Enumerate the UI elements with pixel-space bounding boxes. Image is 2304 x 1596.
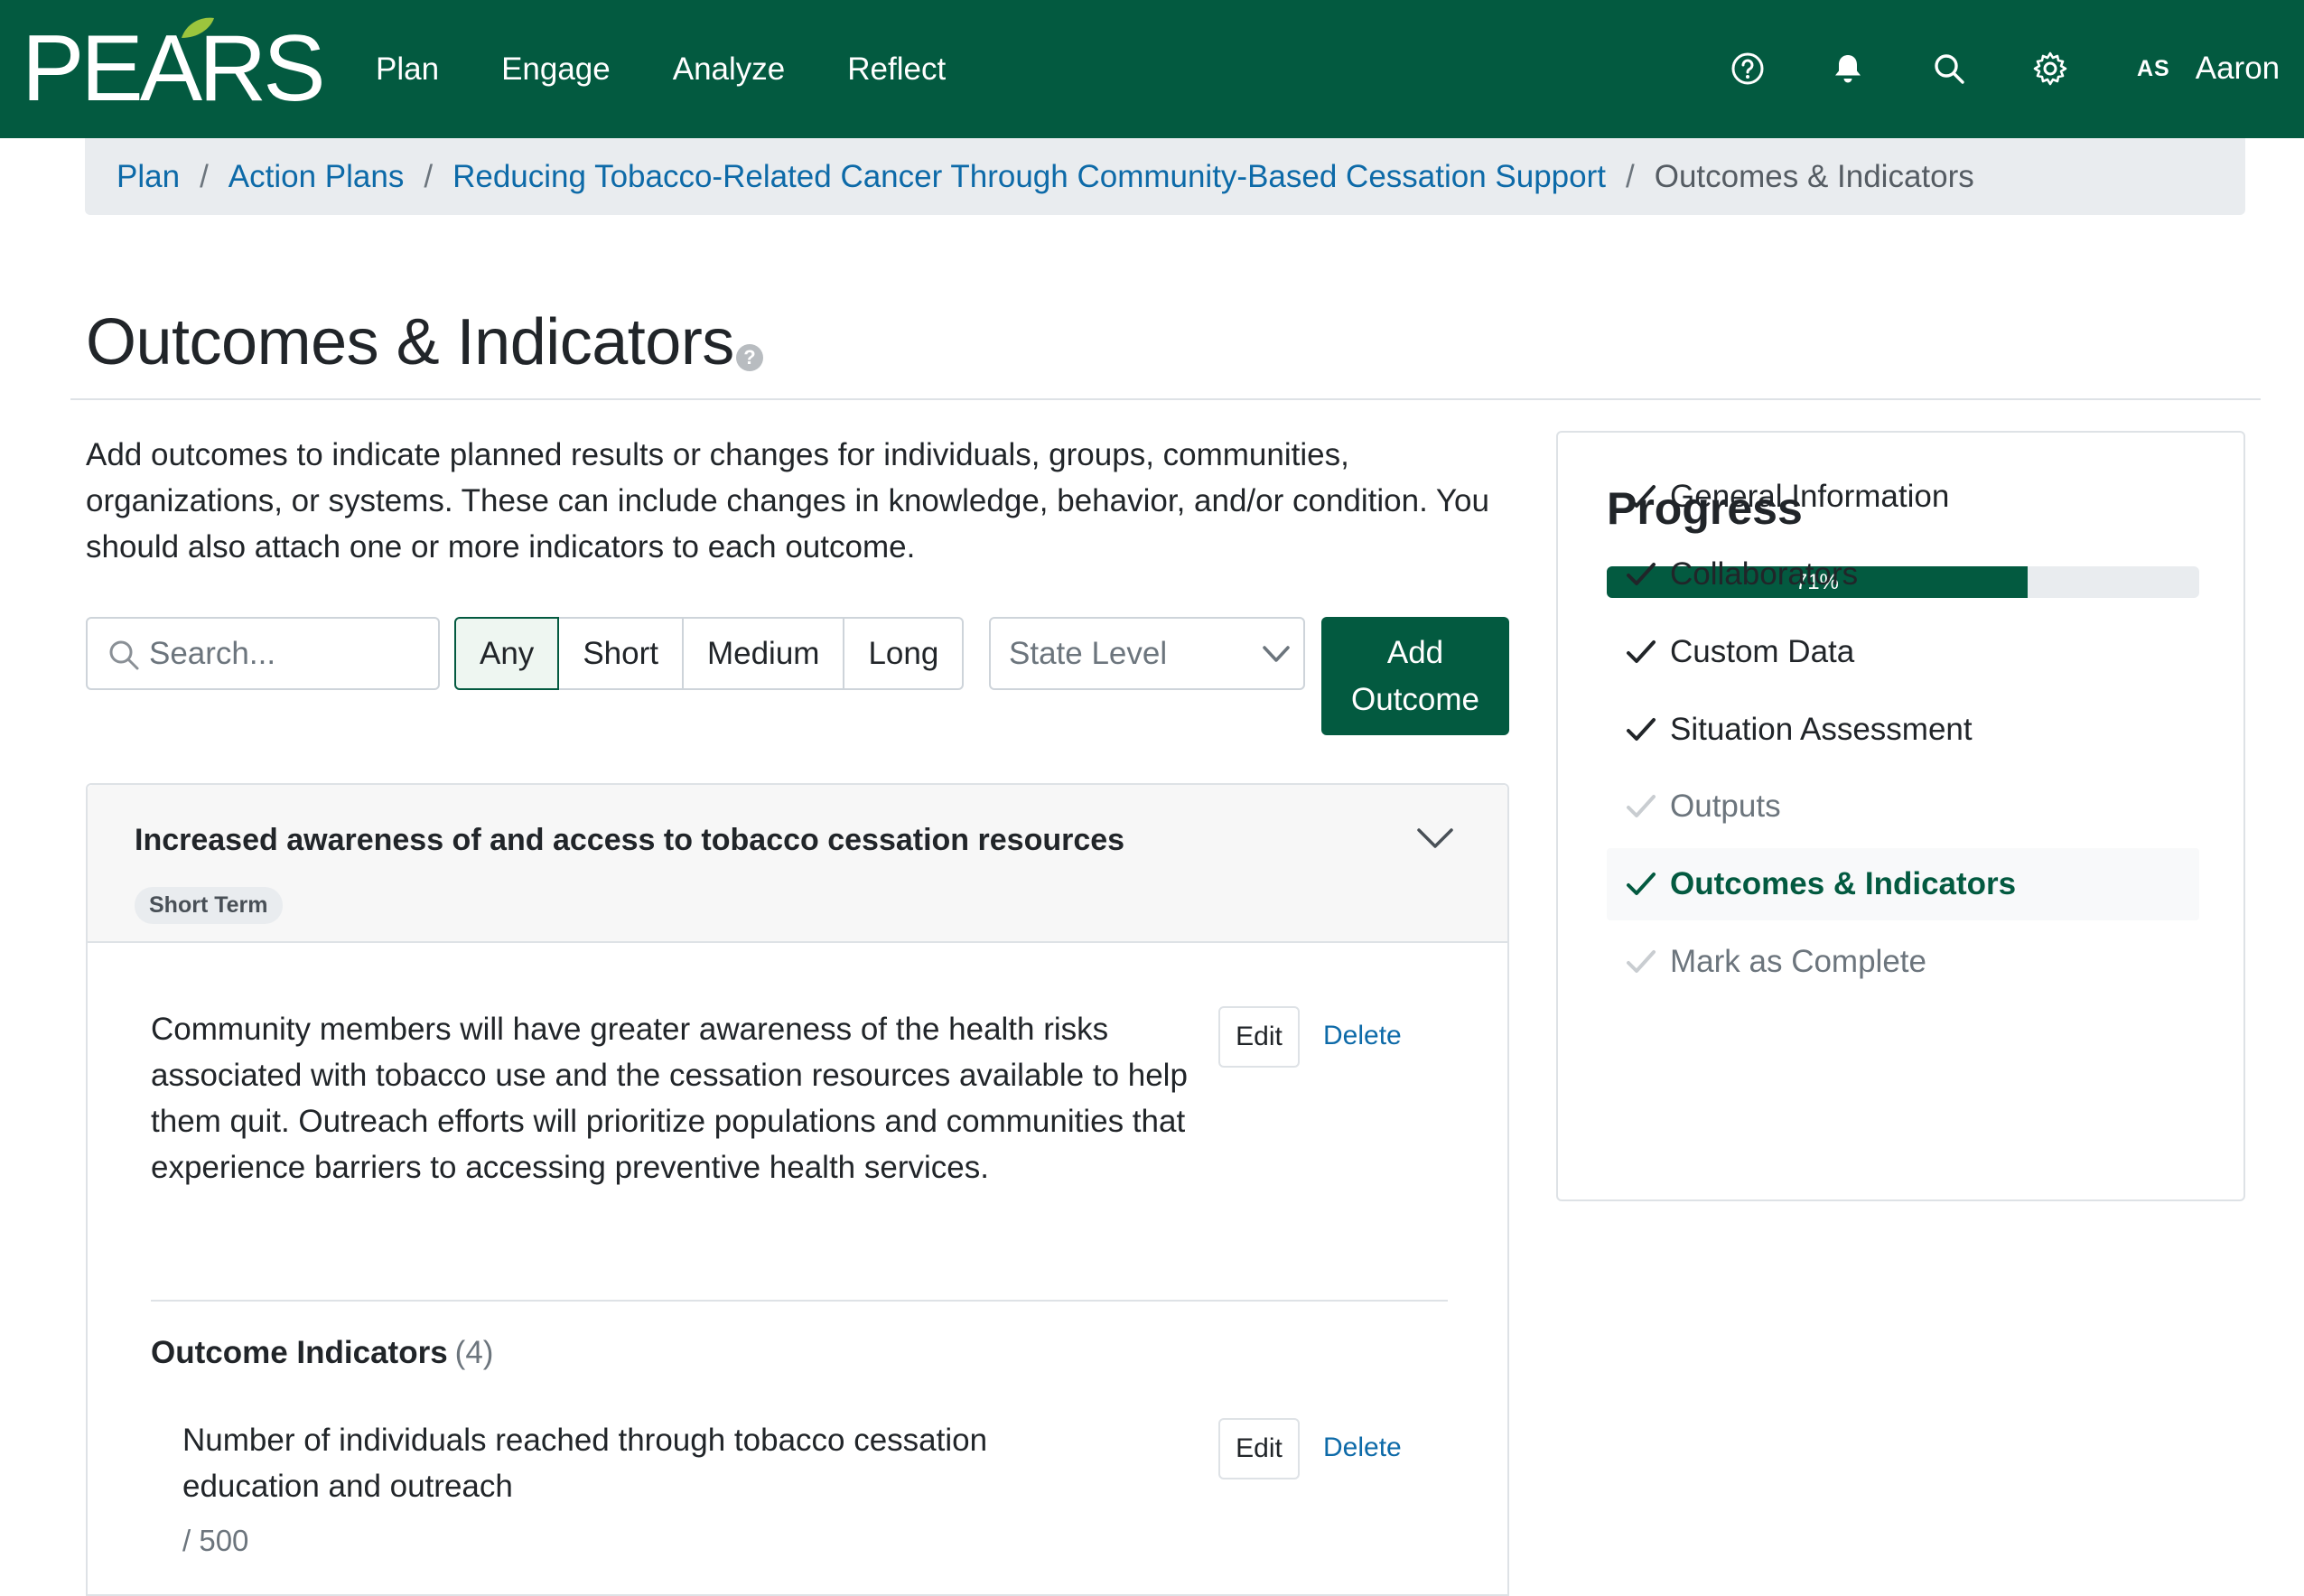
help-tooltip-icon[interactable]: ? (736, 344, 763, 371)
progress-step-label: Collaborators (1670, 556, 1859, 592)
edit-indicator-button[interactable]: Edit (1218, 1418, 1300, 1479)
delete-outcome-link[interactable]: Delete (1323, 1021, 1402, 1051)
nav-engage[interactable]: Engage (501, 51, 611, 88)
indicators-heading: Outcome Indicators (4) (151, 1335, 493, 1371)
progress-step[interactable]: Collaborators (1607, 538, 2199, 611)
main-nav: Plan Engage Analyze Reflect (376, 0, 1008, 138)
help-icon[interactable] (1726, 47, 1769, 90)
progress-step-label: Mark as Complete (1670, 944, 1926, 979)
term-filter-group: Any Short Medium Long (454, 617, 965, 690)
level-select[interactable]: State Level (989, 617, 1305, 690)
progress-step-label: Outcomes & Indicators (1670, 866, 2017, 901)
user-name: Aaron (2195, 51, 2281, 86)
breadcrumb-plan[interactable]: Plan (117, 159, 180, 195)
indicators-heading-label: Outcome Indicators (151, 1335, 448, 1370)
breadcrumb-action-plan[interactable]: Reducing Tobacco-Related Cancer Through … (452, 159, 1606, 195)
check-icon (1627, 795, 1656, 817)
progress-step[interactable]: Mark as Complete (1607, 926, 2199, 998)
progress-step[interactable]: Custom Data (1607, 616, 2199, 688)
bell-icon[interactable] (1826, 47, 1870, 90)
outcome-description: Community members will have greater awar… (151, 1012, 1188, 1185)
indicator-description: Number of individuals reached through to… (182, 1423, 988, 1504)
user-menu[interactable]: AS Aaron (2137, 47, 2280, 90)
gear-icon[interactable] (2029, 47, 2072, 90)
logo-text: PEARS (22, 16, 326, 121)
outcome-card-header[interactable]: Increased awareness of and access to tob… (88, 785, 1507, 943)
progress-step[interactable]: Outcomes & Indicators (1607, 848, 2199, 920)
filter-any[interactable]: Any (454, 617, 560, 690)
page-intro: Add outcomes to indicate planned results… (86, 437, 1489, 565)
progress-step-label: General Information (1670, 479, 1950, 514)
breadcrumb-action-plans[interactable]: Action Plans (229, 159, 405, 195)
check-icon (1627, 950, 1656, 973)
nav-analyze[interactable]: Analyze (673, 51, 786, 88)
top-navbar: PEARS Plan Engage Analyze Reflect AS Aar… (0, 0, 2304, 138)
user-initials: AS (2137, 55, 2170, 81)
indicators-count: (4) (454, 1335, 494, 1370)
chevron-down-icon (1263, 646, 1290, 662)
breadcrumb-separator: / (424, 158, 434, 194)
outcome-card: Increased awareness of and access to tob… (86, 783, 1509, 1596)
page-title: Outcomes & Indicators (86, 306, 734, 378)
breadcrumb: Plan / Action Plans / Reducing Tobacco-R… (85, 138, 2245, 215)
progress-step-label: Situation Assessment (1670, 712, 1973, 747)
outcome-title: Increased awareness of and access to tob… (135, 823, 1125, 857)
delete-indicator-link[interactable]: Delete (1323, 1433, 1402, 1463)
progress-step[interactable]: Outputs (1607, 770, 2199, 843)
pears-logo[interactable]: PEARS (22, 17, 326, 116)
search-icon (109, 640, 139, 670)
progress-panel: Progress 71% General Information Collabor… (1556, 431, 2245, 1201)
progress-step[interactable]: Situation Assessment (1607, 694, 2199, 766)
filter-short[interactable]: Short (559, 619, 684, 688)
breadcrumb-separator: / (1626, 158, 1635, 194)
search-icon[interactable] (1927, 47, 1971, 90)
leaf-icon (182, 17, 214, 38)
breadcrumb-separator: / (200, 158, 209, 194)
check-icon (1627, 718, 1656, 741)
check-icon (1627, 485, 1656, 508)
add-outcome-button[interactable]: Add Outcome (1321, 617, 1509, 735)
nav-reflect[interactable]: Reflect (847, 51, 946, 88)
breadcrumb-current: Outcomes & Indicators (1654, 158, 1974, 194)
level-select-value: State Level (1009, 635, 1168, 671)
search-field (86, 617, 440, 690)
search-input[interactable] (149, 619, 429, 688)
indicator-target: / 500 (182, 1524, 249, 1557)
progress-step-label: Outputs (1670, 789, 1781, 824)
filter-medium[interactable]: Medium (684, 619, 845, 688)
progress-step-label: Custom Data (1670, 634, 1855, 669)
check-icon (1627, 640, 1656, 663)
chevron-down-icon[interactable] (1415, 825, 1455, 852)
nav-plan[interactable]: Plan (376, 51, 439, 88)
term-badge: Short Term (135, 887, 283, 924)
progress-step[interactable]: General Information (1607, 461, 2199, 533)
check-icon (1627, 873, 1656, 895)
section-divider (151, 1300, 1448, 1302)
check-icon (1627, 563, 1656, 585)
filter-long[interactable]: Long (844, 619, 962, 688)
edit-outcome-button[interactable]: Edit (1218, 1006, 1300, 1068)
title-divider (70, 398, 2261, 400)
